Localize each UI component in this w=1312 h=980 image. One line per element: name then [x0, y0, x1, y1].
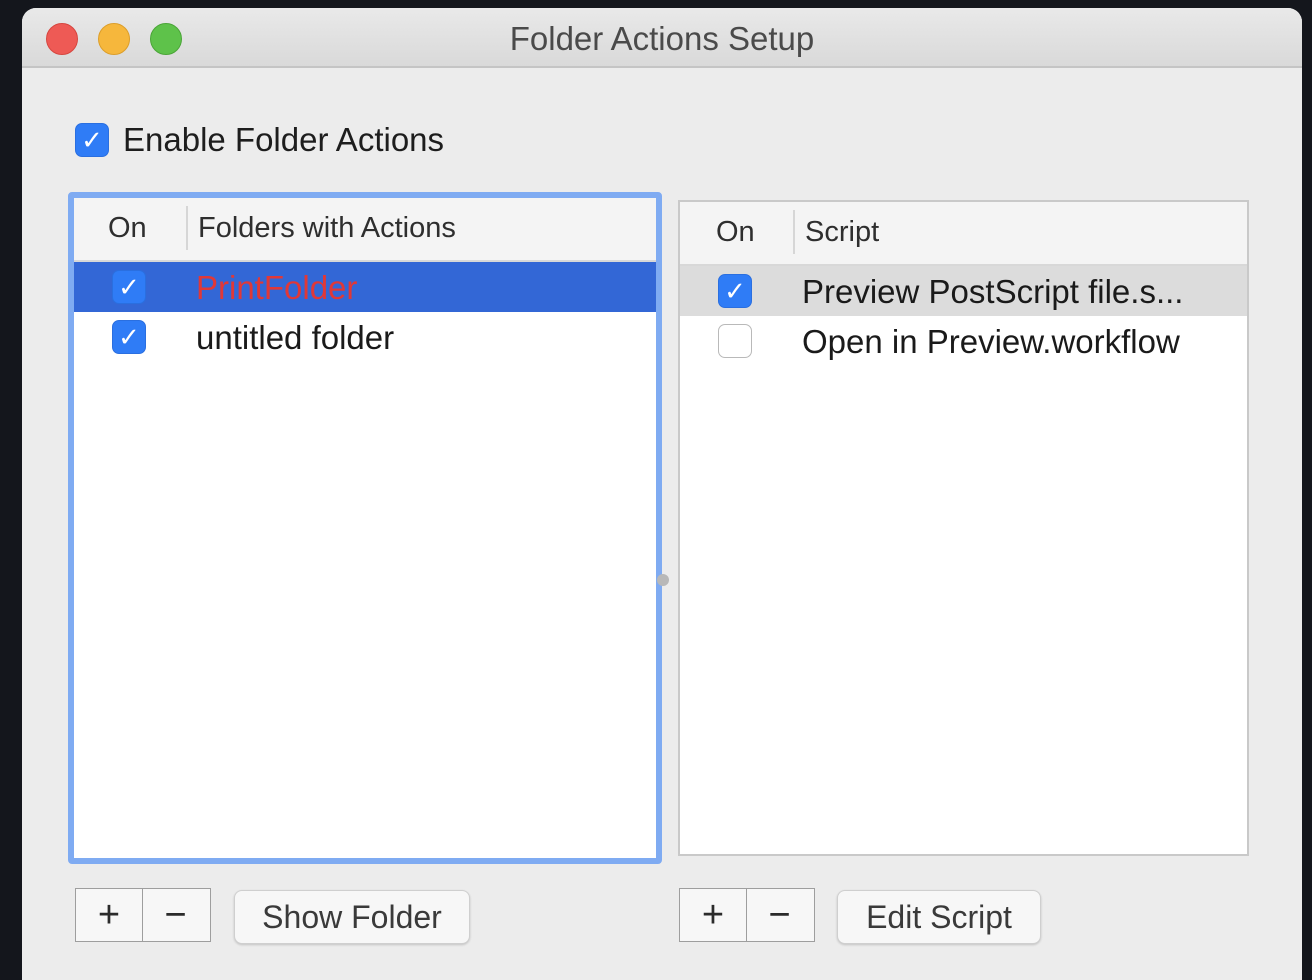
- show-folder-button[interactable]: Show Folder: [234, 890, 470, 944]
- folder-name: untitled folder: [196, 319, 395, 356]
- enable-folder-actions-label: Enable Folder Actions: [123, 121, 445, 158]
- folders-table-header: On Folders with Actions: [74, 198, 656, 262]
- checkmark-icon: ✓: [81, 125, 103, 155]
- remove-folder-button[interactable]: −: [142, 889, 208, 941]
- enable-folder-actions-checkbox[interactable]: ✓: [75, 123, 109, 157]
- title-bar[interactable]: Folder Actions Setup: [22, 8, 1302, 68]
- folder-enabled-checkbox[interactable]: ✓: [112, 270, 146, 304]
- checkmark-icon: ✓: [118, 272, 140, 302]
- column-header-folders[interactable]: Folders with Actions: [198, 212, 456, 245]
- folder-actions-window: Folder Actions Setup ✓ Enable Folder Act…: [22, 8, 1302, 980]
- folder-enabled-checkbox[interactable]: ✓: [112, 320, 146, 354]
- remove-script-button[interactable]: −: [746, 889, 812, 941]
- column-divider: [793, 210, 795, 254]
- column-divider: [186, 206, 188, 250]
- column-header-on[interactable]: On: [716, 216, 755, 249]
- add-script-button[interactable]: +: [680, 889, 746, 941]
- script-name: Open in Preview.workflow: [802, 323, 1180, 360]
- folder-name: PrintFolder: [196, 269, 358, 306]
- folder-row-untitled[interactable]: ✓ untitled folder: [74, 312, 656, 362]
- scripts-table-header: On Script: [680, 202, 1247, 266]
- split-view-handle[interactable]: [657, 574, 669, 586]
- script-name: Preview PostScript file.s...: [802, 273, 1184, 310]
- script-row-preview-postscript[interactable]: ✓ Preview PostScript file.s...: [680, 266, 1247, 316]
- script-enabled-checkbox[interactable]: [718, 324, 752, 358]
- script-add-remove-group: + −: [679, 888, 815, 942]
- column-header-on[interactable]: On: [108, 212, 147, 245]
- script-enabled-checkbox[interactable]: ✓: [718, 274, 752, 308]
- folder-add-remove-group: + −: [75, 888, 211, 942]
- window-title: Folder Actions Setup: [509, 20, 815, 57]
- enable-folder-actions-row[interactable]: ✓ Enable Folder Actions: [75, 120, 444, 160]
- script-row-open-in-preview[interactable]: Open in Preview.workflow: [680, 316, 1247, 366]
- folder-row-printfolder[interactable]: ✓ PrintFolder: [74, 262, 656, 312]
- add-folder-button[interactable]: +: [76, 889, 142, 941]
- scripts-table[interactable]: On Script ✓ Preview PostScript file.s...…: [678, 200, 1249, 856]
- checkmark-icon: ✓: [118, 322, 140, 352]
- column-header-script[interactable]: Script: [805, 216, 879, 249]
- folders-table[interactable]: On Folders with Actions ✓ PrintFolder ✓ …: [68, 192, 662, 864]
- checkmark-icon: ✓: [724, 276, 746, 306]
- edit-script-button[interactable]: Edit Script: [837, 890, 1041, 944]
